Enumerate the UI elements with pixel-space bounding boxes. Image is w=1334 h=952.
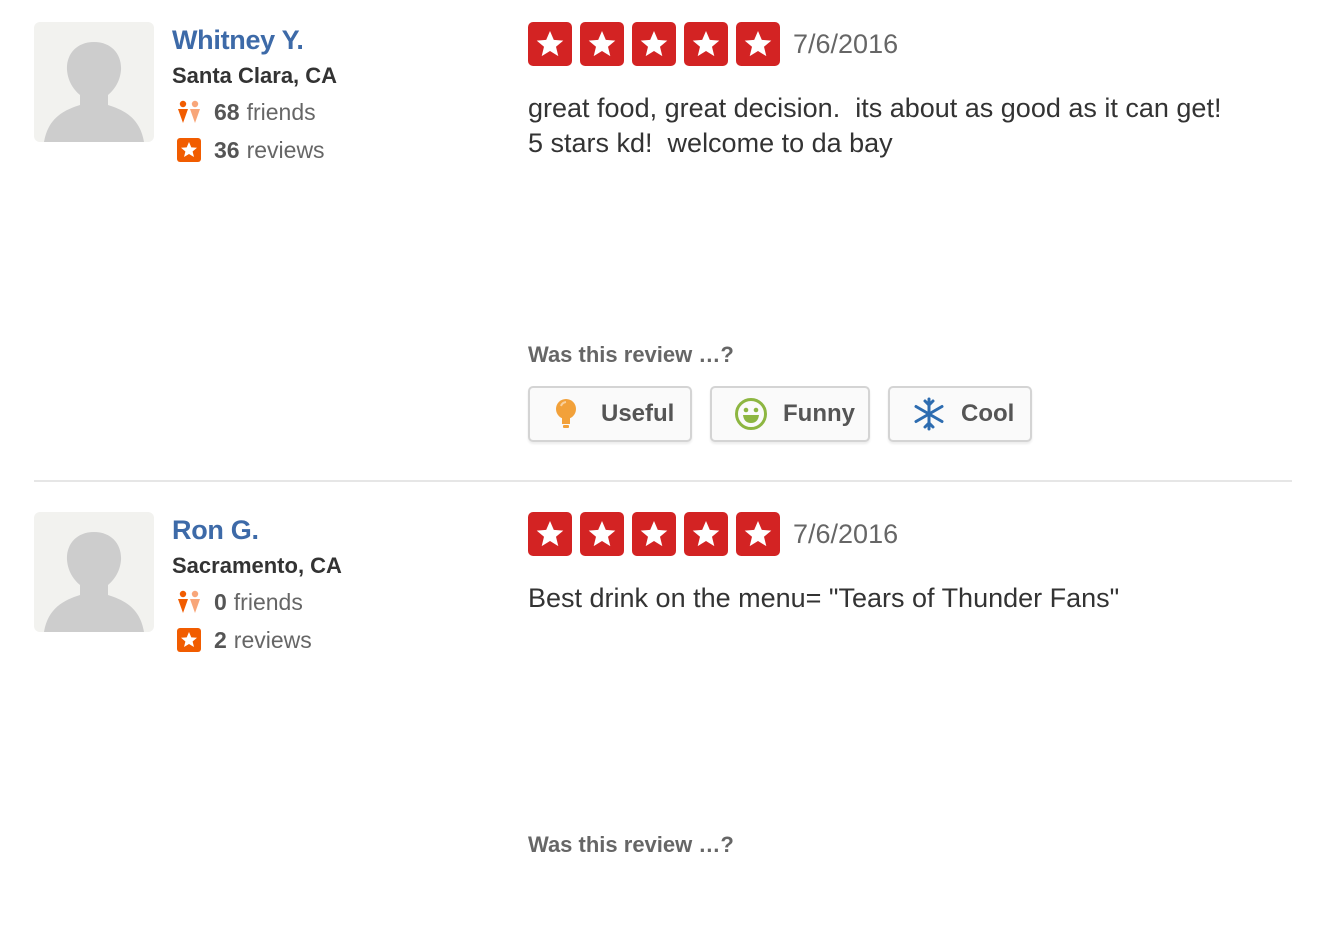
reviews-count-value: 2 (214, 626, 227, 653)
lightbulb-icon (552, 397, 586, 431)
review-content: 7/6/2016 Best drink on the menu= "Tears … (528, 512, 1292, 952)
user-location: Sacramento, CA (172, 553, 342, 578)
reviews-label: reviews (246, 136, 325, 163)
review-count: 2 reviews (172, 621, 472, 659)
friends-icon (176, 99, 202, 125)
review-content: 7/6/2016 great food, great decision. its… (528, 22, 1292, 462)
rating-row: 7/6/2016 (528, 22, 1292, 66)
user-passport: Ron G. Sacramento, CA 0 friends 2 review… (172, 512, 472, 659)
cool-button[interactable]: Cool (888, 386, 1032, 442)
user-passport: Whitney Y. Santa Clara, CA 68 friends 36… (172, 22, 472, 169)
star-icon (632, 512, 676, 556)
review-divider (34, 480, 1292, 482)
review-date: 7/6/2016 (793, 28, 899, 59)
snowflake-icon (912, 397, 946, 431)
star-icon (684, 512, 728, 556)
review-count: 36 reviews (172, 131, 472, 169)
funny-button[interactable]: Funny (710, 386, 870, 442)
star-icon (528, 512, 572, 556)
rating-row: 7/6/2016 (528, 512, 1292, 556)
friends-icon (176, 589, 202, 615)
vote-prompt: Was this review …? (528, 832, 734, 857)
reviews-count-value: 36 (214, 136, 240, 163)
friend-count: 0 friends (172, 583, 472, 621)
vote-buttons: Useful Funny Cool (528, 386, 1050, 442)
review-star-icon (176, 627, 202, 653)
star-icon (528, 22, 572, 66)
review-item: Ron G. Sacramento, CA 0 friends 2 review… (34, 512, 1292, 952)
user-avatar[interactable] (34, 22, 154, 142)
friends-label: friends (233, 588, 303, 615)
star-icon (632, 22, 676, 66)
reviews-label: reviews (233, 626, 312, 653)
friends-count-value: 68 (214, 98, 240, 125)
friend-count: 68 friends (172, 93, 472, 131)
default-avatar-icon (44, 42, 144, 142)
friends-label: friends (246, 98, 316, 125)
vote-prompt: Was this review …? (528, 342, 734, 367)
review-text: Best drink on the menu= "Tears of Thunde… (528, 583, 1120, 613)
star-icon (736, 512, 780, 556)
useful-label: Useful (601, 400, 675, 427)
friends-count-value: 0 (214, 588, 227, 615)
star-icon (580, 22, 624, 66)
smiley-icon (734, 397, 768, 431)
star-icon (736, 22, 780, 66)
user-name-link[interactable]: Whitney Y. (172, 22, 472, 58)
useful-button[interactable]: Useful (528, 386, 692, 442)
user-avatar[interactable] (34, 512, 154, 632)
review-text: great food, great decision. its about as… (528, 93, 1222, 158)
review-item: Whitney Y. Santa Clara, CA 68 friends 36… (34, 22, 1292, 462)
star-icon (684, 22, 728, 66)
review-star-icon (176, 137, 202, 163)
user-location: Santa Clara, CA (172, 63, 338, 88)
star-icon (580, 512, 624, 556)
user-name-link[interactable]: Ron G. (172, 512, 472, 548)
default-avatar-icon (44, 532, 144, 632)
cool-label: Cool (961, 400, 1015, 427)
review-date: 7/6/2016 (793, 518, 899, 549)
funny-label: Funny (783, 400, 855, 427)
